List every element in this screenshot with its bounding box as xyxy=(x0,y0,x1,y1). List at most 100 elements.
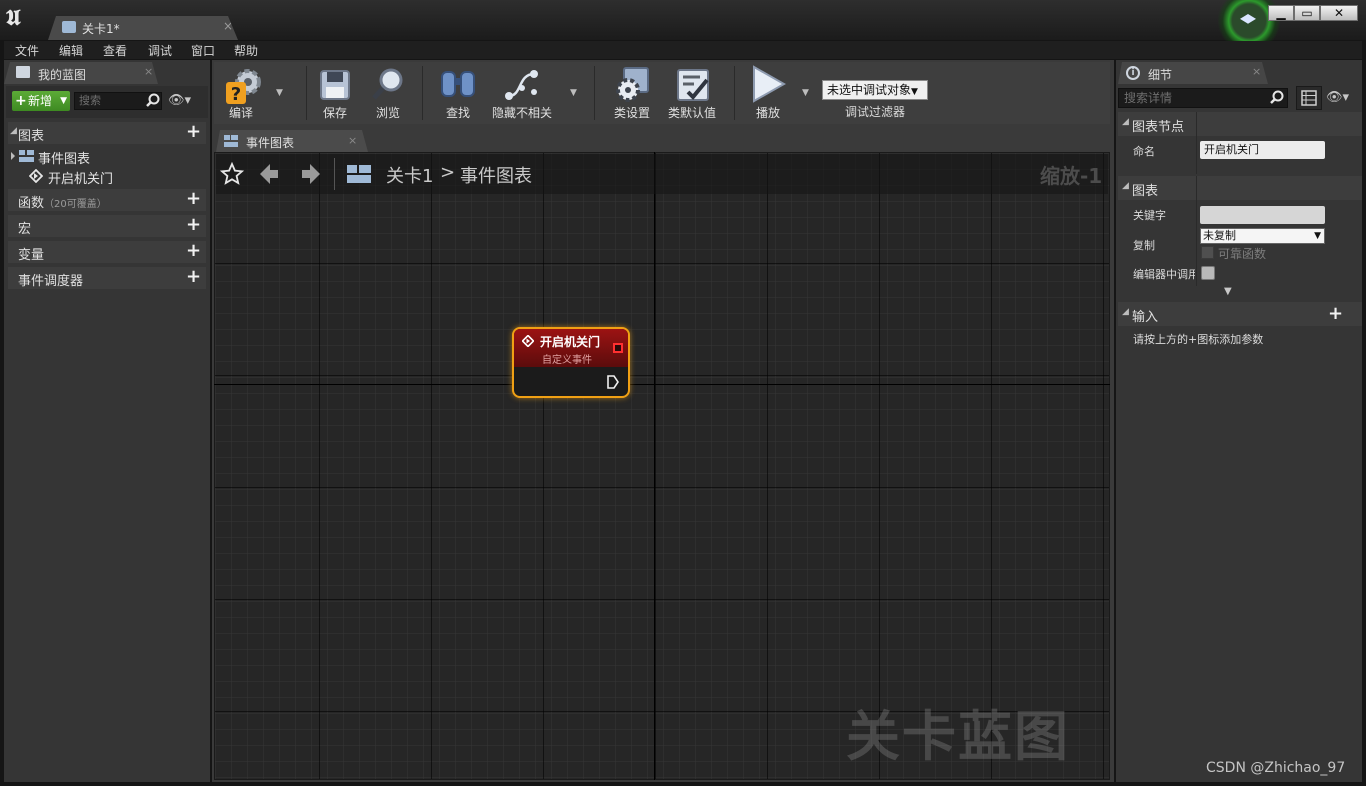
functions-override-hint: （20可覆盖） xyxy=(44,199,107,210)
collapse-arrow-icon: ◢ xyxy=(1122,181,1129,191)
inputs-hint-text: 请按上方的+图标添加参数 xyxy=(1133,333,1264,346)
find-button[interactable]: 查找 xyxy=(434,62,482,124)
play-label: 播放 xyxy=(755,106,780,120)
debug-object-select[interactable]: 未选中调试对象▼ xyxy=(822,80,928,100)
add-new-button[interactable]: + 新增 ▼ xyxy=(12,91,70,111)
my-blueprint-tab[interactable]: 我的蓝图 × xyxy=(4,62,158,84)
add-graph-button[interactable]: + xyxy=(186,122,201,142)
menu-view[interactable]: 查看 xyxy=(103,42,127,59)
back-arrow-icon[interactable] xyxy=(258,162,280,186)
reliable-checkbox[interactable] xyxy=(1201,246,1214,259)
details-tab-close-icon[interactable]: × xyxy=(1252,65,1261,78)
forward-arrow-icon[interactable] xyxy=(300,162,322,186)
custom-event-icon xyxy=(29,169,43,183)
hide-unrelated-caret-icon[interactable]: ▼ xyxy=(570,88,577,98)
keywords-property-label: 关键字 xyxy=(1133,209,1166,222)
graph-origin-horizontal-line xyxy=(214,384,1110,385)
class-defaults-button[interactable]: 类默认值 xyxy=(664,62,720,124)
custom-event-node-title: 开启机关门 xyxy=(540,335,601,349)
hide-unrelated-nodes-icon xyxy=(505,70,538,100)
section-graph-node[interactable]: ◢ 图表节点 xyxy=(1118,112,1362,136)
details-view-options-eye-icon[interactable]: 👁▾ xyxy=(1326,90,1349,105)
event-graph-tab-label: 事件图表 xyxy=(246,136,295,150)
section-inputs[interactable]: ◢ 输入 + xyxy=(1118,302,1362,326)
play-button[interactable]: 播放 xyxy=(744,62,792,124)
exec-output-pin-icon[interactable] xyxy=(606,374,620,390)
breadcrumb-level[interactable]: 关卡1 xyxy=(386,162,433,188)
event-graph-tab[interactable]: 事件图表 × xyxy=(216,130,368,152)
close-window-button[interactable]: ✕ xyxy=(1320,5,1358,21)
section-macros[interactable]: 宏 + xyxy=(8,215,206,237)
section-graph[interactable]: ◢ 图表 xyxy=(1118,176,1362,200)
hide-unrelated-button[interactable]: 隐藏不相关 xyxy=(490,62,554,124)
tree-custom-event[interactable]: 开启机关门 xyxy=(48,168,113,187)
my-blueprint-toolbar: + 新增 ▼ 搜索 👁▾ xyxy=(6,86,208,118)
dropdown-caret-icon: ▼ xyxy=(911,87,918,97)
show-advanced-arrow-icon[interactable]: ▼ xyxy=(1224,286,1232,297)
document-tab[interactable]: 关卡1* × xyxy=(48,16,238,40)
dropdown-caret-icon: ▼ xyxy=(1314,231,1321,241)
graph-canvas[interactable] xyxy=(214,152,1110,780)
section-functions[interactable]: 函数（20可覆盖） + xyxy=(8,189,206,211)
menu-window[interactable]: 窗口 xyxy=(191,42,215,59)
favorite-star-icon[interactable] xyxy=(220,162,244,186)
menu-file[interactable]: 文件 xyxy=(15,42,39,59)
find-binoculars-icon xyxy=(441,71,475,97)
blueprint-toolbar: ? 编译 ▼ 保存 浏览 查找 隐藏不相关 ▼ 类设置 类默认值 播放 ▼ xyxy=(214,62,1110,124)
maximize-button[interactable]: ▭ xyxy=(1294,5,1320,21)
collapse-arrow-icon: ◢ xyxy=(1122,307,1129,317)
csdn-watermark: CSDN @Zhichao_97 xyxy=(1206,760,1346,776)
minimize-button[interactable]: ▁ xyxy=(1268,5,1294,21)
property-matrix-button[interactable] xyxy=(1296,86,1322,110)
add-macro-button[interactable]: + xyxy=(186,215,201,235)
details-search-input[interactable]: 搜索详情 xyxy=(1118,88,1288,108)
menu-help[interactable]: 帮助 xyxy=(234,42,258,59)
my-blueprint-tab-label: 我的蓝图 xyxy=(38,68,87,82)
custom-event-node-header: 开启机关门 自定义事件 xyxy=(514,329,628,367)
view-options-eye-icon[interactable]: 👁▾ xyxy=(168,93,191,108)
add-event-dispatcher-button[interactable]: + xyxy=(186,267,201,287)
section-graph-node-label: 图表节点 xyxy=(1132,120,1185,135)
section-graphs[interactable]: ◢ 图表 + xyxy=(8,122,206,144)
add-function-button[interactable]: + xyxy=(186,189,201,209)
class-defaults-label: 类默认值 xyxy=(667,106,716,120)
details-tab[interactable]: i 细节 × xyxy=(1118,62,1268,84)
section-variables[interactable]: 变量 + xyxy=(8,241,206,263)
tree-event-graph[interactable]: 事件图表 xyxy=(38,148,90,167)
book-icon xyxy=(16,66,30,78)
plus-icon: + xyxy=(15,93,27,109)
add-input-button[interactable]: + xyxy=(1328,303,1343,324)
add-new-label: 新增 xyxy=(28,94,53,108)
play-options-caret-icon[interactable]: ▼ xyxy=(802,88,809,98)
keywords-input[interactable] xyxy=(1200,206,1325,224)
section-graph-label: 图表 xyxy=(1132,184,1159,199)
unreal-logo-icon: 𝖀 xyxy=(6,5,21,31)
class-settings-gear-icon xyxy=(616,67,649,102)
breadcrumb-divider xyxy=(334,158,335,190)
call-in-editor-checkbox[interactable] xyxy=(1201,266,1215,280)
save-button[interactable]: 保存 xyxy=(312,62,358,124)
class-settings-button[interactable]: 类设置 xyxy=(608,62,656,124)
replicates-select[interactable]: 未复制 ▼ xyxy=(1200,228,1325,244)
node-name-input[interactable]: 开启机关门 xyxy=(1200,141,1325,159)
delegate-output-pin[interactable] xyxy=(613,343,623,353)
custom-event-icon xyxy=(522,335,534,347)
add-variable-button[interactable]: + xyxy=(186,241,201,261)
event-graph-icon xyxy=(224,135,238,147)
menu-edit[interactable]: 编辑 xyxy=(59,42,83,59)
browse-button[interactable]: 浏览 xyxy=(364,62,412,124)
section-event-dispatchers[interactable]: 事件调度器 + xyxy=(8,267,206,289)
section-macros-label: 宏 xyxy=(18,222,32,237)
play-triangle-icon xyxy=(753,65,786,103)
event-graph-tab-close-icon[interactable]: × xyxy=(348,134,357,147)
menu-debug[interactable]: 调试 xyxy=(148,42,172,59)
name-property-label: 命名 xyxy=(1133,145,1155,158)
section-graphs-label: 图表 xyxy=(18,129,45,144)
find-label: 查找 xyxy=(445,106,470,120)
my-blueprint-tab-close-icon[interactable]: × xyxy=(144,65,153,78)
compile-options-caret-icon[interactable]: ▼ xyxy=(276,88,283,98)
details-panel xyxy=(1116,60,1362,782)
breadcrumb-event-graph[interactable]: 事件图表 xyxy=(460,162,532,188)
custom-event-node[interactable]: 开启机关门 自定义事件 xyxy=(512,327,630,398)
compile-button[interactable]: ? 编译 xyxy=(216,62,266,124)
